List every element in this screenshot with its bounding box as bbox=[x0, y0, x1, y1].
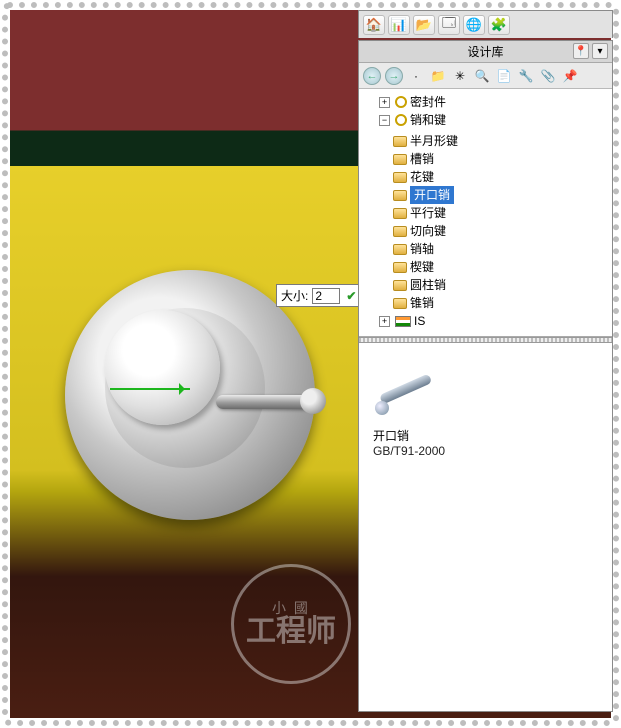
library-preview-area[interactable]: 开口销 GB/T91-2000 bbox=[359, 343, 612, 711]
tree-leaf[interactable]: 锥销 bbox=[393, 294, 610, 312]
tree-leaf[interactable]: 花键 bbox=[393, 168, 610, 186]
tree-leaf-label: 半月形键 bbox=[410, 132, 458, 150]
tree-node-seals[interactable]: + 密封件 bbox=[379, 93, 610, 111]
expand-icon[interactable]: + bbox=[379, 316, 390, 327]
folder-icon bbox=[393, 262, 407, 273]
tree-leaf[interactable]: 销轴 bbox=[393, 240, 610, 258]
menu-icon[interactable]: ▾ bbox=[592, 43, 608, 59]
india-flag-icon bbox=[395, 316, 411, 327]
tree-leaf[interactable]: 平行键 bbox=[393, 204, 610, 222]
gear-icon bbox=[395, 114, 407, 126]
nav-sep-icon: · bbox=[407, 67, 425, 85]
part-standard: GB/T91-2000 bbox=[373, 444, 602, 458]
expand-icon[interactable]: + bbox=[379, 97, 390, 108]
pushpin-icon[interactable]: 📍 bbox=[573, 43, 589, 59]
folder-icon bbox=[393, 280, 407, 291]
home-icon[interactable]: 🏠 bbox=[363, 15, 385, 35]
shaft-cap bbox=[105, 310, 220, 425]
tree-leaf-label: 锥销 bbox=[410, 294, 434, 312]
tree-leaf[interactable]: 半月形键 bbox=[393, 132, 610, 150]
tree-leaf-label: 花键 bbox=[410, 168, 434, 186]
tree-leaf-label: 平行键 bbox=[410, 204, 446, 222]
tree-leaf[interactable]: 圆柱销 bbox=[393, 276, 610, 294]
folder-icon bbox=[393, 244, 407, 255]
nav-back-icon[interactable]: ← bbox=[363, 67, 381, 85]
pin-eye-icon bbox=[375, 401, 389, 415]
folder-icon bbox=[393, 136, 407, 147]
library-nav-bar: ← → · 📁 ✳ 🔍 📄 🔧 📎 📌 bbox=[359, 63, 612, 89]
library-icon[interactable]: 📊 bbox=[388, 15, 410, 35]
part-name: 开口销 bbox=[373, 427, 602, 444]
tree-node-pins-and-keys[interactable]: − 销和键 半月形键槽销花键开口销平行键切向键销轴楔键圆柱销锥销 bbox=[379, 111, 610, 312]
tree-leaf[interactable]: 槽销 bbox=[393, 150, 610, 168]
tree-leaf-label: 楔键 bbox=[410, 258, 434, 276]
tree-leaf-label: 销轴 bbox=[410, 240, 434, 258]
tree-leaf-label: 圆柱销 bbox=[410, 276, 446, 294]
design-library-panel: 设计库 📍 ▾ ← → · 📁 ✳ 🔍 📄 🔧 📎 📌 + 密封件 bbox=[358, 40, 613, 712]
folder-icon bbox=[393, 154, 407, 165]
size-input[interactable] bbox=[312, 288, 340, 304]
folder-icon bbox=[393, 298, 407, 309]
nav-attach-icon[interactable]: 📎 bbox=[539, 67, 557, 85]
gear-icon bbox=[395, 96, 407, 108]
nav-forward-icon[interactable]: → bbox=[385, 67, 403, 85]
nav-page-icon[interactable]: 📄 bbox=[495, 67, 513, 85]
confirm-check-icon[interactable]: ✔ bbox=[346, 289, 356, 303]
tree-leaf[interactable]: 开口销 bbox=[393, 186, 610, 204]
cotter-pin-shaft bbox=[216, 395, 311, 409]
axis-arrow-icon bbox=[110, 388, 190, 390]
size-label: 大小: bbox=[281, 287, 308, 304]
nav-folder-icon[interactable]: 📁 bbox=[429, 67, 447, 85]
tree-leaf[interactable]: 楔键 bbox=[393, 258, 610, 276]
addin-icon[interactable]: 🧩 bbox=[488, 15, 510, 35]
cotter-pin-head bbox=[300, 388, 326, 414]
tree-leaf[interactable]: 切向键 bbox=[393, 222, 610, 240]
tree-node-is[interactable]: + IS bbox=[379, 312, 610, 330]
size-input-box: 大小: ✔ bbox=[276, 284, 361, 307]
tree-leaf-label: 开口销 bbox=[410, 186, 454, 204]
folder-icon bbox=[393, 208, 407, 219]
folder-icon bbox=[393, 226, 407, 237]
view-icon[interactable]: 🗔 bbox=[438, 15, 460, 35]
nav-pin-icon[interactable]: 📌 bbox=[561, 67, 579, 85]
part-thumbnail[interactable] bbox=[373, 361, 443, 421]
open-folder-icon[interactable]: 📂 bbox=[413, 15, 435, 35]
nav-search-icon[interactable]: 🔍 bbox=[473, 67, 491, 85]
library-tree[interactable]: + 密封件 − 销和键 半月形键槽销花键开口销平行键切向键销轴楔键圆柱销锥销 +… bbox=[359, 89, 612, 337]
nav-config-icon[interactable]: 🔧 bbox=[517, 67, 535, 85]
collapse-icon[interactable]: − bbox=[379, 115, 390, 126]
folder-icon bbox=[393, 190, 407, 201]
nav-star-icon[interactable]: ✳ bbox=[451, 67, 469, 85]
task-pane-tabs: 🏠 📊 📂 🗔 🌐 🧩 bbox=[358, 10, 613, 38]
tree-leaf-label: 切向键 bbox=[410, 222, 446, 240]
folder-icon bbox=[393, 172, 407, 183]
tree-leaf-label: 槽销 bbox=[410, 150, 434, 168]
panel-title: 设计库 bbox=[467, 43, 503, 60]
web-icon[interactable]: 🌐 bbox=[463, 15, 485, 35]
panel-title-bar: 设计库 📍 ▾ bbox=[359, 41, 612, 63]
pin-body-icon bbox=[379, 373, 432, 404]
